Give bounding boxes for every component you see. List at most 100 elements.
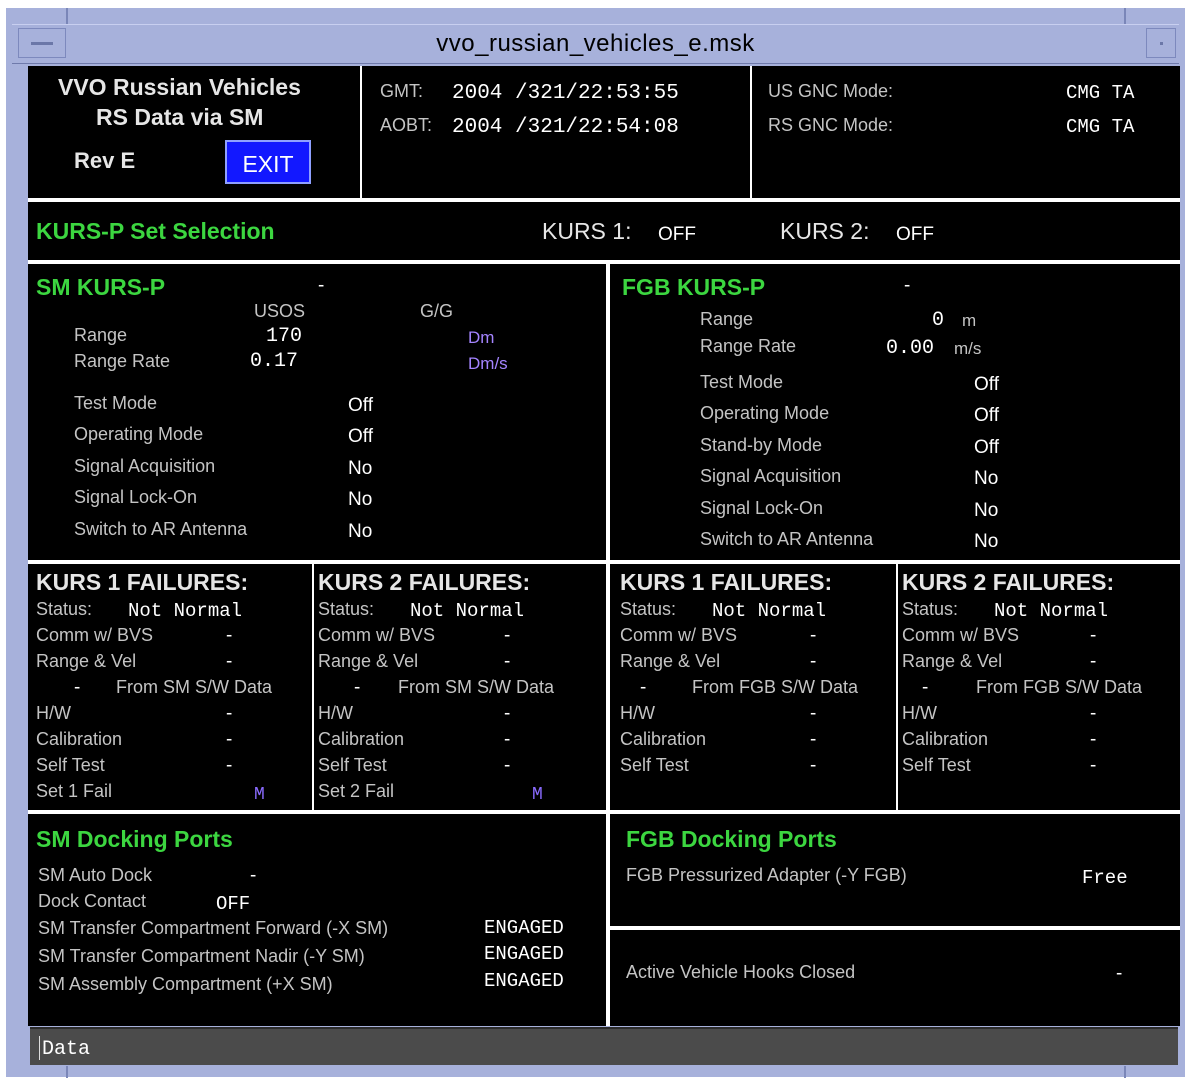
active-hooks-label: Active Vehicle Hooks Closed: [626, 962, 856, 982]
sm-auto-dock-value: -: [250, 865, 257, 886]
fgb-kurs-status-dash: -: [904, 275, 911, 296]
hw-value: -: [810, 703, 817, 724]
hw-label: H/W: [620, 703, 655, 723]
hw-value: -: [504, 703, 511, 724]
sm-docking-ports-title: SM Docking Ports: [36, 826, 233, 852]
sm-signal-lock-on-label: Signal Lock-On: [74, 487, 198, 507]
frame-corner-mark: [66, 8, 68, 24]
section-divider: [28, 560, 1180, 564]
dock-contact-label: Dock Contact: [38, 891, 147, 911]
self-test-value: -: [1090, 755, 1097, 776]
self-test-value: -: [504, 755, 511, 776]
sm-signal-acquisition-value: No: [348, 458, 373, 479]
fgb-kurs1-failures-title: KURS 1 FAILURES:: [620, 569, 833, 595]
frame-corner-mark: [1124, 8, 1126, 24]
range-vel-value: -: [1090, 651, 1097, 672]
sw-data-value: -: [74, 677, 81, 698]
sm-range-unit: Dm: [468, 328, 495, 347]
failures-divider: [896, 564, 898, 810]
rs-gnc-mode-value: CMG TA: [1066, 116, 1135, 138]
sw-data-label: From FGB S/W Data: [976, 677, 1143, 697]
sm-range-label: Range: [74, 325, 128, 345]
status-value: Not Normal: [410, 600, 525, 622]
section-divider: [28, 198, 1180, 202]
sw-data-label: From SM S/W Data: [398, 677, 555, 697]
section-divider: [28, 810, 1180, 814]
app-title-line-1: VVO Russian Vehicles: [58, 74, 301, 100]
frame-corner-mark: [1124, 1066, 1126, 1078]
range-vel-value: -: [504, 651, 511, 672]
hw-value: -: [1090, 703, 1097, 724]
comm-bvs-label: Comm w/ BVS: [620, 625, 738, 645]
app-title-line-2: RS Data via SM: [96, 104, 264, 130]
sm-forward-port-value: ENGAGED: [484, 917, 564, 939]
fgb-operating-mode-label: Operating Mode: [700, 403, 830, 423]
sm-signal-acquisition-label: Signal Acquisition: [74, 456, 216, 476]
status-label: Status:: [318, 599, 375, 619]
sm-test-mode-value: Off: [348, 395, 373, 416]
display-screen: VVO Russian Vehicles RS Data via SM Rev …: [28, 66, 1180, 1026]
sm-kurs-status-dash: -: [318, 275, 325, 296]
sm-kurs1-failures-title: KURS 1 FAILURES:: [36, 569, 249, 595]
status-label: Status:: [36, 599, 93, 619]
text-cursor: [39, 1036, 40, 1060]
calibration-label: Calibration: [36, 729, 123, 749]
self-test-label: Self Test: [36, 755, 105, 775]
set-fail-value: M: [532, 785, 543, 805]
aobt-value: 2004 /321/22:54:08: [452, 116, 679, 139]
hw-label: H/W: [318, 703, 353, 723]
fgb-test-mode-label: Test Mode: [700, 372, 784, 392]
calibration-value: -: [810, 729, 817, 750]
fgb-ar-antenna-label: Switch to AR Antenna: [700, 529, 874, 549]
fgb-signal-acquisition-value: No: [974, 468, 999, 489]
calibration-value: -: [226, 729, 233, 750]
calibration-value: -: [504, 729, 511, 750]
fgb-test-mode-value: Off: [974, 374, 999, 395]
sm-operating-mode-label: Operating Mode: [74, 424, 204, 444]
command-line[interactable]: Data: [30, 1027, 1178, 1065]
comm-bvs-label: Comm w/ BVS: [36, 625, 154, 645]
exit-button[interactable]: EXIT: [225, 140, 311, 184]
section-divider: [610, 926, 1180, 930]
fgb-kurs-title: FGB KURS-P: [622, 274, 766, 300]
header-divider: [750, 66, 752, 198]
gmt-label: GMT:: [380, 81, 423, 101]
kurs1-label: KURS 1:: [542, 218, 632, 244]
sw-data-value: -: [640, 677, 647, 698]
hw-value: -: [226, 703, 233, 724]
calibration-value: -: [1090, 729, 1097, 750]
usos-column-header: USOS: [254, 301, 306, 321]
kurs2-label: KURS 2:: [780, 218, 870, 244]
comm-bvs-value: -: [810, 625, 817, 646]
us-gnc-mode-value: CMG TA: [1066, 82, 1135, 104]
sm-kurs-title: SM KURS-P: [36, 274, 166, 300]
comm-bvs-value: -: [504, 625, 511, 646]
sm-range-rate-value: 0.17: [250, 350, 299, 373]
sw-data-label: From SM S/W Data: [116, 677, 273, 697]
fgb-range-rate-label: Range Rate: [700, 336, 797, 356]
revision-label: Rev E: [74, 148, 136, 173]
sw-data-label: From FGB S/W Data: [692, 677, 859, 697]
range-vel-label: Range & Vel: [318, 651, 419, 671]
hw-label: H/W: [902, 703, 937, 723]
command-line-text[interactable]: Data: [42, 1038, 90, 1061]
sm-kurs2-failures-title: KURS 2 FAILURES:: [318, 569, 531, 595]
fgb-docking-ports-title: FGB Docking Ports: [626, 826, 837, 852]
sm-operating-mode-value: Off: [348, 426, 373, 447]
sm-range-rate-unit: Dm/s: [468, 354, 508, 373]
status-value: Not Normal: [994, 600, 1109, 622]
window-resize-button[interactable]: [1146, 28, 1176, 58]
self-test-label: Self Test: [620, 755, 689, 775]
fgb-signal-lock-on-value: No: [974, 500, 999, 521]
fgb-adapter-label: FGB Pressurized Adapter (-Y FGB): [626, 865, 907, 885]
range-vel-label: Range & Vel: [620, 651, 721, 671]
failures-divider: [312, 564, 314, 810]
fgb-range-unit: m: [962, 311, 977, 330]
sm-signal-lock-on-value: No: [348, 489, 373, 510]
fgb-range-label: Range: [700, 309, 754, 329]
gg-column-header: G/G: [420, 301, 454, 321]
gmt-value: 2004 /321/22:53:55: [452, 82, 679, 105]
fgb-adapter-value: Free: [1082, 867, 1128, 889]
fgb-signal-acquisition-label: Signal Acquisition: [700, 466, 842, 486]
fgb-standby-mode-value: Off: [974, 437, 999, 458]
